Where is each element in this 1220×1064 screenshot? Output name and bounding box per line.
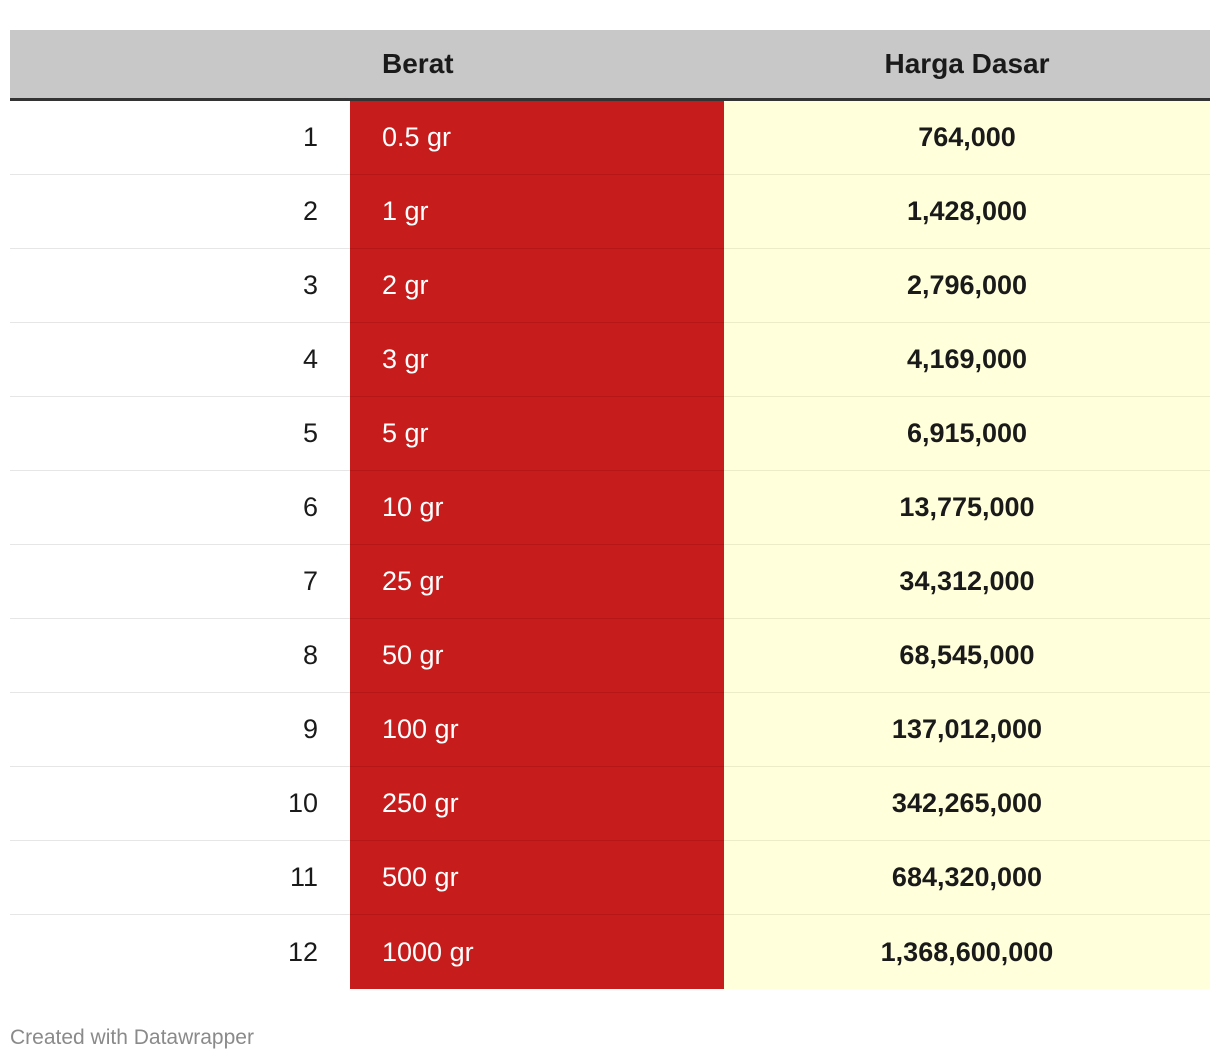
header-row: Berat Harga Dasar — [10, 30, 1210, 101]
table-row: 55 gr 6,915,000 — [10, 396, 1210, 471]
berat-cell: 3 gr — [350, 322, 724, 397]
berat-cell: 0.5 gr — [350, 99, 724, 175]
price-table: Berat Harga Dasar 1 0.5 gr 764,000 2 1 gr 1,4… — [10, 30, 1210, 989]
berat-cell: 500 gr — [350, 840, 724, 915]
harga-dasar-cell: 6,915,000 — [724, 396, 1210, 471]
harga-dasar-cell: 4,169,000 — [724, 322, 1210, 397]
berat-cell: 1000 gr — [350, 914, 724, 989]
row-number-cell: 11 — [10, 840, 350, 915]
table-row: 8 50 gr 68,545,000 — [10, 618, 1210, 693]
harga-dasar-cell: 1,368,600,000 — [724, 914, 1210, 989]
harga-dasar-cell: 137,012,000 — [724, 692, 1210, 767]
header-harga-dasar: Harga Dasar — [724, 30, 1210, 101]
row-number-cell: 12 — [10, 914, 350, 989]
berat-cell: 25 gr — [350, 544, 724, 619]
table-row: 43 gr 4,169,000 — [10, 322, 1210, 397]
harga-dasar-cell: 34,312,000 — [724, 544, 1210, 619]
harga-dasar-cell: 342,265,000 — [724, 766, 1210, 841]
datawrapper-credit: Created with Datawrapper — [10, 1026, 254, 1049]
row-number-cell: 2 — [10, 174, 350, 249]
table-row: 12 1000 gr 1,368,600,000 — [10, 914, 1210, 989]
table-row: 7 25 gr 34,312,000 — [10, 544, 1210, 619]
header-no — [10, 30, 350, 101]
row-number-cell: 10 — [10, 766, 350, 841]
berat-cell: 2 gr — [350, 248, 724, 323]
harga-dasar-cell: 68,545,000 — [724, 618, 1210, 693]
table-row: 11 500 gr 684,320,000 — [10, 840, 1210, 915]
table-row: 6 10 gr 13,775,000 — [10, 470, 1210, 545]
table-body: 1 0.5 gr 764,000 2 1 gr 1,428,000 3 2 gr 2,796,0… — [10, 99, 1210, 989]
row-number-cell: 3 — [10, 248, 350, 323]
table-row: 21 gr 1,428,000 — [10, 174, 1210, 249]
harga-dasar-cell: 684,320,000 — [724, 840, 1210, 915]
row-number-cell: 8 — [10, 618, 350, 693]
table-row: 32 gr 2,796,000 — [10, 248, 1210, 323]
berat-cell: 10 gr — [350, 470, 724, 545]
row-number-cell: 6 — [10, 470, 350, 545]
berat-cell: 250 gr — [350, 766, 724, 841]
header-berat: Berat — [350, 30, 724, 101]
berat-cell: 5 gr — [350, 396, 724, 471]
table-row: 1 0.5 gr 764,000 — [10, 99, 1210, 175]
table-row: 10 250 gr 342,265,000 — [10, 766, 1210, 841]
row-number-cell: 4 — [10, 322, 350, 397]
harga-dasar-cell: 2,796,000 — [724, 248, 1210, 323]
berat-cell: 1 gr — [350, 174, 724, 249]
row-number-cell: 7 — [10, 544, 350, 619]
harga-dasar-cell: 13,775,000 — [724, 470, 1210, 545]
row-number-cell: 1 — [10, 99, 350, 175]
row-number-cell: 5 — [10, 396, 350, 471]
berat-cell: 50 gr — [350, 618, 724, 693]
berat-cell: 100 gr — [350, 692, 724, 767]
harga-dasar-cell: 1,428,000 — [724, 174, 1210, 249]
harga-dasar-cell: 764,000 — [724, 99, 1210, 175]
row-number-cell: 9 — [10, 692, 350, 767]
data-table-container: Berat Harga Dasar 1 0.5 gr 764,000 2 1 gr 1,4… — [10, 30, 1210, 989]
table-row: 9 100 gr 137,012,000 — [10, 692, 1210, 767]
table-header: Berat Harga Dasar — [10, 30, 1210, 101]
